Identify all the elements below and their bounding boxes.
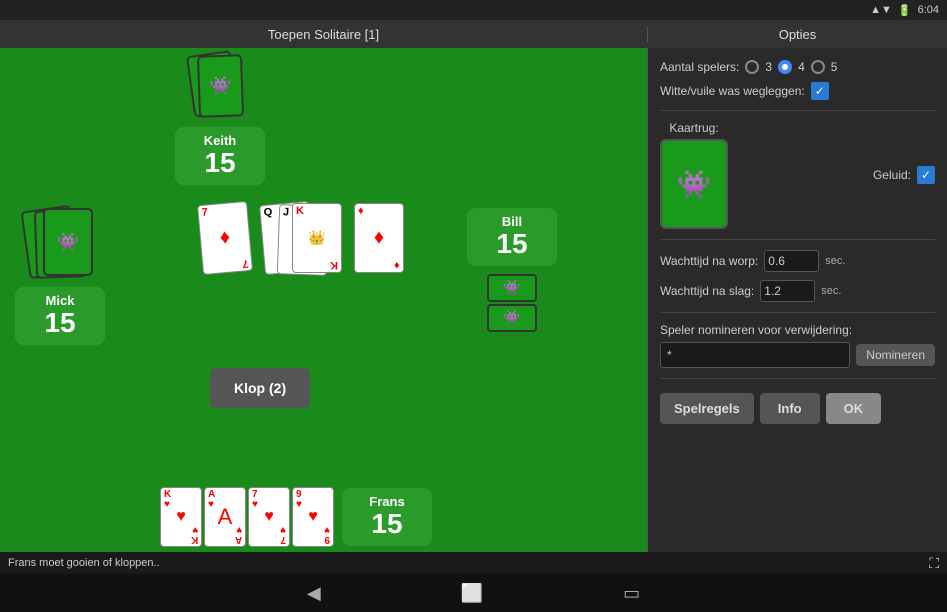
radio-5-label: 5 bbox=[831, 60, 838, 74]
wachttijd-slag-row: Wachttijd na slag: sec. bbox=[660, 280, 935, 302]
bill-score-box: Bill 15 bbox=[467, 208, 557, 266]
wachttijd-slag-label: Wachttijd na slag: bbox=[660, 284, 754, 298]
keith-score-box: Keith 15 bbox=[175, 127, 265, 185]
center-card-diamond: ♦ ♦ ♦ bbox=[354, 203, 404, 273]
bill-score: 15 bbox=[481, 229, 543, 260]
geluid-section: Geluid: ✓ bbox=[873, 166, 935, 184]
action-buttons: Spelregels Info OK bbox=[660, 393, 935, 424]
nomineren-row: Nomineren bbox=[660, 342, 935, 368]
keith-area: 👾 👾 Keith 15 bbox=[175, 53, 265, 185]
nav-bar: ◀ ⬜ ▭ bbox=[0, 574, 947, 612]
kaartrug-section: Kaartrug: 👾 bbox=[660, 121, 728, 229]
status-message: Frans moet gooien of kloppen.. bbox=[8, 557, 160, 569]
wachttijd-worp-label: Wachttijd na worp: bbox=[660, 254, 758, 268]
divider-3 bbox=[660, 312, 935, 313]
kaartrug-label: Kaartrug: bbox=[669, 121, 718, 135]
game-title: Toepen Solitaire [1] bbox=[0, 27, 647, 42]
main-content: 👾 👾 Keith 15 👾 👾 👾 Mick 15 bbox=[0, 48, 947, 552]
keith-score: 15 bbox=[189, 148, 251, 179]
radio-4-label: 4 bbox=[798, 60, 805, 74]
aantal-spelers-row: Aantal spelers: 3 4 5 bbox=[660, 60, 935, 74]
bill-card-1: 👾 bbox=[487, 274, 537, 302]
witte-vuile-row: Witte/vuile was wegleggen: ✓ bbox=[660, 82, 935, 100]
nomineren-section: Speler nomineren voor verwijdering: Nomi… bbox=[660, 323, 935, 368]
bill-cards: 👾 👾 bbox=[487, 274, 537, 332]
nav-home-button[interactable]: ⬜ bbox=[451, 579, 493, 608]
nomineren-button[interactable]: Nomineren bbox=[856, 344, 935, 366]
options-title: Opties bbox=[647, 27, 947, 42]
frans-area: K♥ ♥ K♥ A♥ A A♥ 7♥ ♥ 7♥ 9♥ bbox=[160, 487, 432, 547]
bill-card-2: 👾 bbox=[487, 304, 537, 332]
center-card-7d: 7 ♦ 7 bbox=[197, 201, 253, 275]
nomineren-label: Speler nomineren voor verwijdering: bbox=[660, 323, 935, 337]
keith-cards: 👾 👾 bbox=[190, 53, 250, 123]
frans-score-box: Frans 15 bbox=[342, 488, 432, 546]
info-button[interactable]: Info bbox=[760, 393, 820, 424]
radio-group-3[interactable]: 3 bbox=[745, 60, 772, 74]
keith-card-2: 👾 bbox=[197, 54, 244, 118]
center-card-stack: 7 ♦ 7 bbox=[200, 203, 258, 278]
frans-card-7: 7♥ ♥ 7♥ bbox=[248, 487, 290, 547]
frans-score: 15 bbox=[356, 509, 418, 540]
kaartrug-geluid-row: Kaartrug: 👾 Geluid: ✓ bbox=[660, 121, 935, 229]
wachttijd-slag-sec: sec. bbox=[821, 285, 841, 297]
mick-card-3: 👾 bbox=[43, 208, 93, 276]
fullscreen-button[interactable]: ⛶ bbox=[929, 555, 939, 572]
spelregels-button[interactable]: Spelregels bbox=[660, 393, 754, 424]
geluid-checkbox[interactable]: ✓ bbox=[917, 166, 935, 184]
geluid-row: Geluid: ✓ bbox=[873, 166, 935, 184]
nomineren-input[interactable] bbox=[660, 342, 850, 368]
radio-3[interactable] bbox=[745, 60, 759, 74]
divider-2 bbox=[660, 239, 935, 240]
mick-area: 👾 👾 👾 Mick 15 bbox=[15, 208, 105, 345]
witte-vuile-checkbox[interactable]: ✓ bbox=[811, 82, 829, 100]
center-face-cards: Q 👸 Q J 🤴 J K 👑 K bbox=[262, 203, 342, 281]
frans-card-k: K♥ ♥ K♥ bbox=[160, 487, 202, 547]
game-area: 👾 👾 Keith 15 👾 👾 👾 Mick 15 bbox=[0, 48, 647, 552]
frans-cards: K♥ ♥ K♥ A♥ A A♥ 7♥ ♥ 7♥ 9♥ bbox=[160, 487, 334, 547]
bottom-status: Frans moet gooien of kloppen.. ⛶ bbox=[0, 552, 947, 574]
status-battery: 🔋 bbox=[898, 4, 912, 17]
radio-5[interactable] bbox=[811, 60, 825, 74]
mick-score-box: Mick 15 bbox=[15, 287, 105, 345]
status-signal: ▲▼ bbox=[870, 4, 892, 16]
witte-vuile-label: Witte/vuile was wegleggen: bbox=[660, 84, 805, 98]
klop-button[interactable]: Klop (2) bbox=[210, 368, 310, 408]
divider-4 bbox=[660, 378, 935, 379]
mick-score: 15 bbox=[29, 308, 91, 339]
wachttijd-worp-input[interactable] bbox=[764, 250, 819, 272]
radio-3-label: 3 bbox=[765, 60, 772, 74]
mick-name: Mick bbox=[29, 293, 91, 308]
aantal-spelers-label: Aantal spelers: bbox=[660, 60, 739, 74]
divider-1 bbox=[660, 110, 935, 111]
radio-group-5[interactable]: 5 bbox=[811, 60, 838, 74]
wachttijd-slag-input[interactable] bbox=[760, 280, 815, 302]
geluid-label: Geluid: bbox=[873, 168, 911, 182]
frans-card-9: 9♥ ♥ 9♥ bbox=[292, 487, 334, 547]
options-panel: Aantal spelers: 3 4 5 Witte/vuile was we… bbox=[647, 48, 947, 552]
radio-group-4[interactable]: 4 bbox=[778, 60, 805, 74]
ok-button[interactable]: OK bbox=[826, 393, 882, 424]
wachttijd-worp-sec: sec. bbox=[825, 255, 845, 267]
status-bar: ▲▼ 🔋 6:04 bbox=[0, 0, 947, 20]
status-time: 6:04 bbox=[918, 4, 939, 16]
bill-name: Bill bbox=[481, 214, 543, 229]
center-card-extra: K 👑 K bbox=[292, 203, 342, 273]
center-cards: 7 ♦ 7 Q 👸 Q J 🤴 J K 👑 bbox=[200, 203, 404, 281]
keith-name: Keith bbox=[189, 133, 251, 148]
frans-card-a: A♥ A A♥ bbox=[204, 487, 246, 547]
radio-4[interactable] bbox=[778, 60, 792, 74]
wachttijd-worp-row: Wachttijd na worp: sec. bbox=[660, 250, 935, 272]
nav-recent-button[interactable]: ▭ bbox=[613, 579, 650, 608]
bill-area: Bill 15 👾 👾 bbox=[467, 208, 557, 332]
frans-name: Frans bbox=[356, 494, 418, 509]
title-bar: Toepen Solitaire [1] Opties bbox=[0, 20, 947, 48]
nav-back-button[interactable]: ◀ bbox=[297, 579, 331, 608]
kaartrug-preview[interactable]: 👾 bbox=[660, 139, 728, 229]
